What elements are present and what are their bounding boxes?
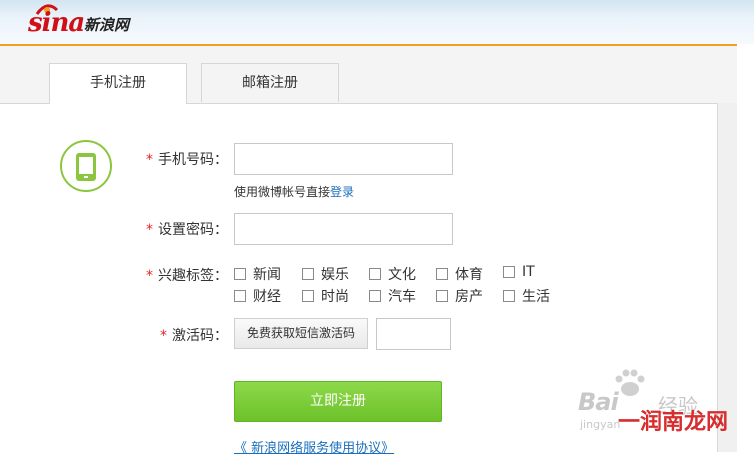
interest-checkbox[interactable]: 新闻 (234, 264, 281, 284)
checkbox[interactable] (234, 290, 246, 302)
checkbox[interactable] (503, 290, 515, 302)
required-mark: * (160, 328, 167, 344)
phone-input[interactable] (234, 143, 453, 175)
required-mark: * (146, 152, 153, 168)
checkbox[interactable] (369, 290, 381, 302)
interest-checkbox[interactable]: 文化 (369, 264, 416, 284)
tab-email-register[interactable]: 邮箱注册 (201, 63, 339, 102)
activation-label: * 激活码： (140, 325, 228, 345)
interest-checkbox[interactable]: 娱乐 (302, 264, 349, 284)
logo-text: 新浪网 (84, 16, 130, 34)
scrollbar[interactable] (717, 103, 738, 452)
checkbox[interactable] (503, 266, 515, 278)
required-mark: * (146, 222, 153, 238)
interest-checkbox[interactable]: 时尚 (302, 286, 349, 306)
interest-label: 时尚 (321, 289, 349, 305)
tab-phone-register[interactable]: 手机注册 (49, 63, 187, 104)
paw-icon (615, 369, 645, 396)
interest-label: 娱乐 (321, 267, 349, 283)
interest-label: 新闻 (253, 267, 281, 283)
login-link[interactable]: 登录 (330, 185, 354, 199)
password-label: * 设置密码： (140, 219, 228, 239)
checkbox[interactable] (302, 290, 314, 302)
register-button[interactable]: 立即注册 (234, 381, 442, 422)
interest-label: IT (522, 264, 535, 280)
site-header: sina 新浪网 (0, 0, 754, 46)
checkbox[interactable] (436, 268, 448, 280)
interest-label: 房产 (455, 289, 483, 305)
interest-checkbox[interactable]: 财经 (234, 286, 281, 306)
checkbox[interactable] (302, 268, 314, 280)
phone-label-text: 手机号码： (158, 152, 228, 168)
interest-checkbox[interactable]: 体育 (436, 264, 483, 284)
interest-checkbox[interactable]: IT (503, 264, 535, 280)
required-mark: * (146, 268, 153, 284)
checkbox[interactable] (369, 268, 381, 280)
interests-label: * 兴趣标签： (140, 265, 228, 285)
password-input[interactable] (234, 213, 453, 245)
page-edge (737, 44, 754, 452)
watermark-brand: 一润南龙网 (618, 410, 729, 435)
mobile-phone-icon (60, 140, 112, 192)
interest-label: 体育 (455, 267, 483, 283)
interest-label: 汽车 (388, 289, 416, 305)
login-hint-text: 使用微博帐号直接 (234, 185, 331, 199)
interest-checkbox[interactable]: 生活 (503, 286, 550, 306)
password-label-text: 设置密码： (158, 222, 228, 238)
interests-label-text: 兴趣标签： (158, 268, 228, 284)
tab-bar: 手机注册 邮箱注册 (0, 46, 737, 104)
interest-checkbox[interactable]: 房产 (436, 286, 483, 306)
interest-label: 财经 (253, 289, 281, 305)
checkbox[interactable] (436, 290, 448, 302)
watermark-jingyan: jingyan (580, 418, 621, 431)
agreement-link[interactable]: 《 新浪网络服务使用协议》 (234, 437, 394, 456)
checkbox[interactable] (234, 268, 246, 280)
login-hint: 使用微博帐号直接登录 (234, 183, 354, 200)
interest-label: 文化 (388, 267, 416, 283)
phone-label: * 手机号码： (140, 149, 228, 169)
activation-label-text: 激活码： (172, 328, 228, 344)
get-sms-code-button[interactable]: 免费获取短信激活码 (234, 318, 368, 349)
activation-code-input[interactable] (376, 318, 451, 350)
logo-word: sina (28, 8, 85, 38)
interest-checkbox[interactable]: 汽车 (369, 286, 416, 306)
watermark-bai: Bai (578, 388, 619, 416)
watermark-jingyan-cn: 经验 (658, 394, 698, 418)
interest-label: 生活 (522, 289, 550, 305)
